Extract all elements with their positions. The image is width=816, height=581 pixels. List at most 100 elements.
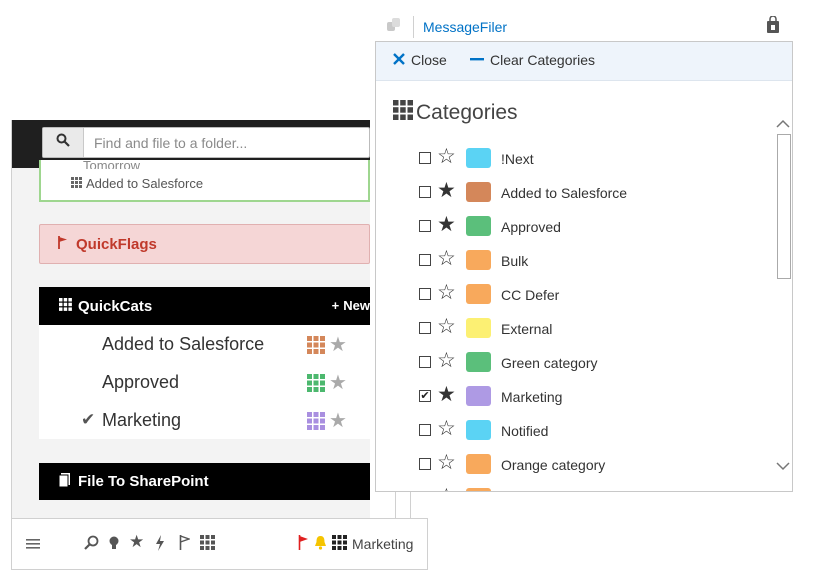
star-filled-icon[interactable]: ★ <box>437 383 456 407</box>
category-checkbox[interactable]: ✔ <box>419 390 431 402</box>
search-button[interactable] <box>43 128 84 157</box>
category-row[interactable]: ☆ Green category <box>376 346 776 380</box>
category-grid-icon[interactable] <box>332 535 347 555</box>
grid-icon <box>393 100 413 126</box>
sidebar-pane: Tomorrow Added to Salesforce QuickFlags … <box>11 120 370 518</box>
search-input[interactable] <box>84 128 364 157</box>
category-row[interactable]: ✔ ★ Marketing <box>376 380 776 414</box>
bell-icon[interactable] <box>314 535 327 555</box>
star-outline-icon[interactable]: ☆ <box>437 417 456 441</box>
recent-item-label: Added to Salesforce <box>86 176 204 191</box>
minus-icon <box>470 52 484 68</box>
new-button[interactable]: + New <box>332 298 370 313</box>
category-color-swatch <box>466 148 491 168</box>
categories-list: ☆ !Next ★ Added to Salesforce ★ Approved ☆ Bulk… <box>376 142 776 491</box>
recent-card[interactable]: Tomorrow Added to Salesforce <box>39 160 370 202</box>
quickcat-label: Approved <box>102 371 180 392</box>
clear-categories-button[interactable]: Clear Categories <box>470 52 595 68</box>
category-checkbox[interactable] <box>419 458 431 470</box>
category-row[interactable]: ★ Approved <box>376 210 776 244</box>
star-outline-icon[interactable]: ☆ <box>437 281 456 305</box>
flag-icon[interactable] <box>179 535 192 555</box>
categories-title: Categories <box>416 101 518 124</box>
scroll-down-chevron-icon[interactable] <box>776 460 790 474</box>
category-color-swatch <box>466 284 491 304</box>
star-filled-icon[interactable]: ★ <box>437 179 456 203</box>
flag-icon <box>58 235 68 253</box>
category-row[interactable]: ☆ CC Defer <box>376 278 776 312</box>
star-outline-icon[interactable]: ☆ <box>437 451 456 475</box>
category-checkbox[interactable] <box>419 220 431 232</box>
star-filled-icon[interactable]: ★ <box>437 213 456 237</box>
scrollbar-thumb[interactable] <box>777 134 791 279</box>
category-checkbox[interactable] <box>419 152 431 164</box>
category-name: Green category <box>501 355 598 371</box>
current-category-label[interactable]: Marketing <box>352 536 413 552</box>
star-outline-icon[interactable]: ☆ <box>437 485 456 491</box>
app-logo-icon <box>386 17 402 38</box>
category-color-swatch <box>466 182 491 202</box>
category-color-swatch <box>466 216 491 236</box>
search-icon <box>56 133 70 152</box>
sharepoint-section[interactable]: File To SharePoint <box>39 463 370 500</box>
store-bag-icon[interactable] <box>766 15 780 39</box>
category-checkbox[interactable] <box>419 186 431 198</box>
category-row[interactable]: ☆ External <box>376 312 776 346</box>
menu-icon[interactable] <box>26 537 40 555</box>
divider <box>410 490 411 518</box>
categories-popup: Close Clear Categories Categories ☆ !Next… <box>375 41 793 492</box>
star-icon[interactable]: ★ <box>129 532 144 552</box>
red-flag-icon[interactable] <box>298 535 309 555</box>
category-name: CC Defer <box>501 287 560 303</box>
star-outline-icon[interactable]: ☆ <box>437 349 456 373</box>
category-row[interactable]: ☆ !Next <box>376 142 776 176</box>
grid-icon[interactable] <box>200 535 215 555</box>
quickcats-header: QuickCats + New <box>39 287 370 325</box>
lightbulb-icon[interactable] <box>108 535 120 556</box>
quickcat-label: Marketing <box>102 409 182 430</box>
category-name: Bulk <box>501 253 529 269</box>
category-checkbox[interactable] <box>419 254 431 266</box>
category-checkbox[interactable] <box>419 424 431 436</box>
category-name: !Next <box>501 151 534 167</box>
star-icon[interactable]: ★ <box>329 408 347 433</box>
category-row[interactable]: ☆ Notified <box>376 414 776 448</box>
category-row[interactable]: ☆ Orange category <box>376 448 776 482</box>
category-color-swatch <box>466 386 491 406</box>
quickcat-item[interactable]: Added to Salesforce ★ <box>39 325 370 363</box>
category-row[interactable]: ☆ <box>376 482 776 491</box>
star-outline-icon[interactable]: ☆ <box>437 315 456 339</box>
category-checkbox[interactable] <box>419 288 431 300</box>
star-outline-icon[interactable]: ☆ <box>437 247 456 271</box>
category-checkbox[interactable] <box>419 322 431 334</box>
lightning-icon[interactable] <box>155 535 165 556</box>
quickcat-item[interactable]: Approved ★ <box>39 363 370 401</box>
search-icon[interactable] <box>84 535 100 556</box>
category-color-swatch <box>466 318 491 338</box>
category-color-swatch <box>466 420 491 440</box>
close-button[interactable]: Close <box>393 52 447 68</box>
star-icon[interactable]: ★ <box>329 370 347 395</box>
category-name: Orange category <box>501 457 606 473</box>
recent-item[interactable]: Added to Salesforce <box>71 176 203 191</box>
category-checkbox[interactable] <box>419 356 431 368</box>
close-label: Close <box>411 52 447 68</box>
app-title[interactable]: MessageFiler <box>423 19 507 35</box>
category-row[interactable]: ☆ Bulk <box>376 244 776 278</box>
sharepoint-label: File To SharePoint <box>78 473 209 490</box>
quickcats-list: Added to Salesforce ★ Approved ★ ✔ Marke… <box>39 325 370 439</box>
document-icon <box>58 472 70 491</box>
header-divider <box>413 16 414 38</box>
star-outline-icon[interactable]: ☆ <box>437 145 456 169</box>
cut-off-text: Tomorrow <box>83 161 141 169</box>
scroll-up-chevron-icon[interactable] <box>776 118 790 132</box>
grid-icon <box>71 176 82 191</box>
quickcats-title: QuickCats <box>78 297 153 315</box>
quickcat-item[interactable]: ✔ Marketing ★ <box>39 401 370 439</box>
category-name: Marketing <box>501 389 563 405</box>
new-button-label: New <box>343 298 370 313</box>
category-row[interactable]: ★ Added to Salesforce <box>376 176 776 210</box>
bottom-toolbar: ★ Marketing <box>11 518 428 570</box>
quickflags-section[interactable]: QuickFlags <box>39 224 370 264</box>
star-icon[interactable]: ★ <box>329 332 347 357</box>
